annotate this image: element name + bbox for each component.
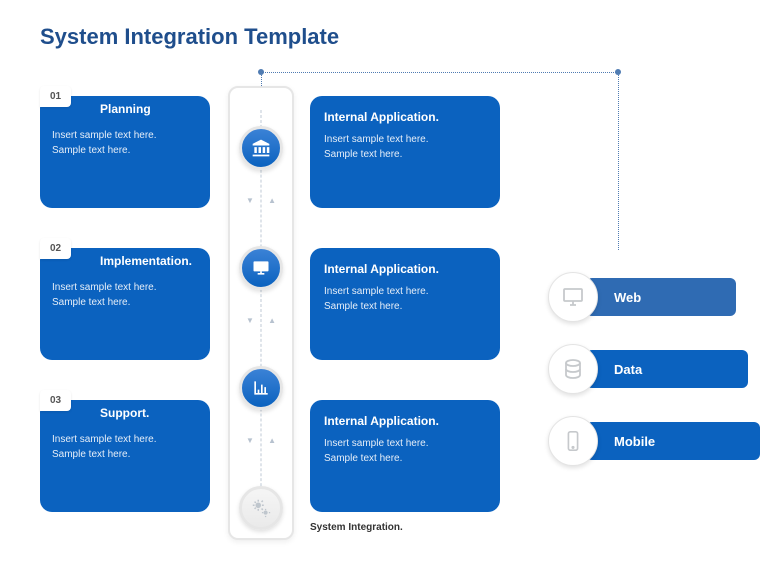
channel-circle	[548, 344, 598, 394]
app-body: Insert sample text here. Sample text her…	[324, 436, 486, 466]
chart-icon	[251, 378, 271, 398]
step-body: Insert sample text here. Sample text her…	[52, 128, 198, 158]
channel-label: Data	[614, 362, 642, 377]
step-title: Support.	[100, 406, 198, 420]
step-body-line1: Insert sample text here.	[52, 130, 157, 141]
app-body-line2: Sample text here.	[324, 453, 402, 464]
step-body: Insert sample text here. Sample text her…	[52, 280, 198, 310]
app-title: Internal Application.	[324, 414, 486, 428]
connector-v-right	[618, 72, 619, 250]
step-body-line2: Sample text here.	[52, 145, 130, 156]
app-title: Internal Application.	[324, 262, 486, 276]
timeline-node-1	[239, 126, 283, 170]
channel-pill: Data	[586, 350, 748, 388]
timeline-node-2	[239, 246, 283, 290]
gears-icon	[250, 497, 272, 519]
caption: System Integration.	[310, 522, 403, 533]
database-icon	[561, 357, 585, 381]
step-body-line1: Insert sample text here.	[52, 282, 157, 293]
app-body-line2: Sample text here.	[324, 301, 402, 312]
app-card-2: Internal Application. Insert sample text…	[310, 248, 500, 360]
channel-circle	[548, 416, 598, 466]
step-card-support: 03 Support. Insert sample text here. Sam…	[40, 400, 210, 512]
channel-circle	[548, 272, 598, 322]
app-body-line1: Insert sample text here.	[324, 438, 429, 449]
bank-icon	[251, 138, 271, 158]
app-body-line1: Insert sample text here.	[324, 286, 429, 297]
step-title: Planning	[100, 102, 198, 116]
timeline-arrows: ▼▲	[246, 308, 276, 332]
app-title: Internal Application.	[324, 110, 486, 124]
app-body-line1: Insert sample text here.	[324, 134, 429, 145]
step-title: Implementation.	[100, 254, 198, 268]
channel-label: Mobile	[614, 434, 655, 449]
step-body-line1: Insert sample text here.	[52, 434, 157, 445]
mobile-icon	[562, 430, 584, 452]
step-number: 02	[40, 238, 71, 259]
step-number: 03	[40, 390, 71, 411]
channel-pill: Mobile	[586, 422, 760, 460]
step-card-planning: 01 Planning Insert sample text here. Sam…	[40, 96, 210, 208]
connector-v-left	[261, 72, 262, 86]
step-body: Insert sample text here. Sample text her…	[52, 432, 198, 462]
timeline-arrows: ▼▲	[246, 188, 276, 212]
app-body-line2: Sample text here.	[324, 149, 402, 160]
step-card-implementation: 02 Implementation. Insert sample text he…	[40, 248, 210, 360]
monitor-icon	[561, 285, 585, 309]
timeline-node-3	[239, 366, 283, 410]
connector-h	[261, 72, 618, 73]
step-body-line2: Sample text here.	[52, 297, 130, 308]
step-body-line2: Sample text here.	[52, 449, 130, 460]
timeline-arrows: ▼▲	[246, 428, 276, 452]
channel-label: Web	[614, 290, 641, 305]
app-body: Insert sample text here. Sample text her…	[324, 132, 486, 162]
step-number: 01	[40, 86, 71, 107]
timeline: ▼▲ ▼▲ ▼▲	[228, 86, 294, 540]
app-card-1: Internal Application. Insert sample text…	[310, 96, 500, 208]
app-card-3: Internal Application. Insert sample text…	[310, 400, 500, 512]
page-title: System Integration Template	[40, 24, 339, 50]
channel-pill: Web	[586, 278, 736, 316]
app-body: Insert sample text here. Sample text her…	[324, 284, 486, 314]
board-icon	[251, 258, 271, 278]
timeline-node-4	[239, 486, 283, 530]
